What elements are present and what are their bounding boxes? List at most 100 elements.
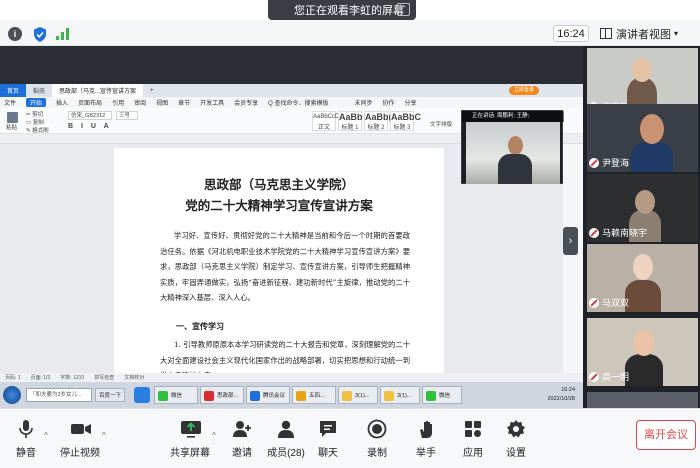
paste-button[interactable]: 粘贴	[6, 112, 18, 131]
windows-start-icon[interactable]	[3, 386, 21, 404]
taskbar-app-chrome[interactable]: 五四...	[292, 386, 336, 404]
browser-tabs: 首页 稻壳 思政部（马克...宣传宣讲方案 + 立即登录	[0, 84, 583, 97]
format-painter-button[interactable]: ✎ 格式刷	[26, 126, 49, 134]
mic-off-icon	[589, 227, 599, 238]
login-button[interactable]: 立即登录	[508, 86, 539, 95]
doc-section-heading: 一、宣传学习	[176, 322, 224, 331]
tab-document[interactable]: 思政部（马克...宣传宣讲方案	[52, 84, 144, 97]
style-name: 标题 1	[341, 125, 359, 131]
copy-button[interactable]: ▭ 复制	[26, 118, 44, 126]
speaker-video-overlay[interactable]: 正在讲话: 周鹏利; 王静;	[461, 110, 564, 184]
style-heading-3[interactable]: AaBbC 标题 3	[390, 111, 421, 131]
style-heading-1[interactable]: AaBb 标题 1	[338, 111, 363, 131]
participant-name: 高一明	[602, 372, 630, 382]
taskbar-clock: 16:24 2022/10/28	[541, 386, 575, 404]
taskbar-app-wechat-2[interactable]: 微信	[422, 386, 462, 404]
status-pages: 页面: 1/3	[30, 375, 51, 381]
chat-button[interactable]: 聊天	[306, 419, 350, 467]
share-doc-button[interactable]: 分享	[405, 98, 417, 107]
size-select[interactable]: 三号	[116, 111, 138, 120]
folder-icon	[342, 391, 352, 401]
taskbar-app-wps[interactable]: 思政部...	[200, 386, 244, 404]
participant-tile[interactable]: 高一明	[587, 318, 698, 386]
participant-name: 马双双	[602, 298, 630, 308]
taskbar-search-input[interactable]: 「和夫要为3岁女儿...	[26, 388, 92, 402]
chevron-down-icon: ▾	[674, 29, 679, 38]
taskbar-app-folder-2[interactable]: 3(1)...	[380, 386, 420, 404]
menu-review[interactable]: 审阅	[134, 98, 146, 107]
menu-section[interactable]: 章节	[178, 98, 190, 107]
menu-insert[interactable]: 插入	[56, 98, 68, 107]
participant-tile[interactable]: 马双双	[587, 244, 698, 312]
stop-video-button[interactable]: 停止视频	[58, 419, 102, 467]
settings-label: 设置	[506, 448, 526, 459]
mic-off-icon	[589, 371, 599, 382]
paste-label: 粘贴	[6, 125, 18, 131]
chevron-right-icon[interactable]: ›	[563, 227, 578, 255]
document-page[interactable]: 思政部（马克思主义学院） 党的二十大精神学习宣传宣讲方案 学习好、宣传好、贯彻好…	[114, 148, 444, 380]
chevron-up-icon[interactable]: ^	[212, 431, 216, 440]
meeting-time: 16:24	[553, 25, 589, 42]
font-select[interactable]: 仿宋_GB2312	[68, 111, 112, 120]
menu-layout[interactable]: 页面布局	[78, 98, 102, 107]
collapse-icon[interactable]: ⌃	[397, 3, 410, 16]
new-tab-button[interactable]: +	[143, 84, 161, 97]
tab-home[interactable]: 首页	[0, 84, 27, 97]
participant-tile-partial[interactable]	[587, 392, 698, 408]
apps-label: 应用	[463, 448, 483, 459]
status-spellcheck[interactable]: 拼写检查	[94, 374, 114, 381]
mute-button[interactable]: 静音	[4, 419, 48, 467]
sync-status[interactable]: 未同步	[355, 98, 373, 107]
style-name: 正文	[317, 125, 330, 131]
menu-reference[interactable]: 引用	[112, 98, 124, 107]
style-heading-2[interactable]: AaBb(标题 2	[364, 111, 392, 131]
settings-button[interactable]: 设置	[494, 419, 538, 467]
baidu-search-button[interactable]: 百度一下	[95, 388, 126, 402]
raise-hand-button[interactable]: 举手	[404, 419, 448, 467]
chat-label: 聊天	[318, 448, 338, 459]
clock-date: 2022/10/28	[547, 396, 575, 402]
share-screen-icon	[180, 419, 201, 439]
signal-icon[interactable]	[55, 26, 71, 42]
menu-member[interactable]: 会员专享	[234, 98, 258, 107]
chevron-up-icon[interactable]: ^	[44, 431, 48, 440]
ie-icon[interactable]	[134, 387, 150, 403]
record-button[interactable]: 录制	[355, 419, 399, 467]
menu-view[interactable]: 视图	[156, 98, 168, 107]
taskbar-app-folder-1[interactable]: 3(1)...	[338, 386, 378, 404]
style-normal[interactable]: AaBbCcDd 正文	[312, 111, 343, 131]
collab-button[interactable]: 协作	[383, 98, 395, 107]
leave-meeting-button[interactable]: 离开会议	[636, 420, 696, 450]
taskbar-app-meeting[interactable]: 腾讯会议	[246, 386, 290, 404]
menu-start[interactable]: 开始	[26, 98, 47, 107]
menu-file[interactable]: 文件	[4, 98, 16, 107]
shield-icon[interactable]	[32, 26, 48, 42]
taskbar-app-label: 3(1)...	[355, 393, 370, 399]
invite-button[interactable]: 邀请	[220, 419, 264, 467]
participant-tile[interactable]: 马赖南晓宇	[587, 174, 698, 242]
taskbar-app-wechat[interactable]: 微信	[154, 386, 198, 404]
chat-icon	[318, 419, 338, 439]
taskbar-app-label: 五四...	[309, 393, 325, 399]
mic-off-icon	[589, 157, 599, 168]
menu-search[interactable]: Q 查找命令、搜索模板	[268, 98, 328, 107]
status-proofread[interactable]: 文档校对	[124, 374, 144, 381]
info-icon[interactable]: i	[8, 27, 22, 41]
add-person-icon	[232, 419, 252, 439]
tab-docer[interactable]: 稻壳	[26, 84, 52, 97]
chevron-up-icon[interactable]: ^	[102, 431, 106, 440]
presenter-view-button[interactable]: 演讲者视图 ▾	[600, 24, 692, 43]
menu-dev-tools[interactable]: 开发工具	[200, 98, 224, 107]
participant-tile[interactable]: 尹登海	[587, 104, 698, 172]
share-screen-button[interactable]: 共享屏幕	[168, 419, 212, 467]
text-tools-button[interactable]: 文字排版	[430, 120, 452, 128]
participant-name-row: 马双双	[589, 296, 629, 309]
apps-button[interactable]: 应用	[451, 419, 495, 467]
format-buttons[interactable]: B I U A	[68, 123, 112, 130]
speaker-body	[498, 154, 532, 184]
members-label: 成员(28)	[267, 448, 305, 459]
cut-button[interactable]: ✂ 剪切	[26, 110, 43, 118]
members-button[interactable]: 成员(28)	[264, 419, 308, 467]
participant-face	[640, 114, 664, 144]
taskbar-app-label: 微信	[171, 393, 183, 399]
